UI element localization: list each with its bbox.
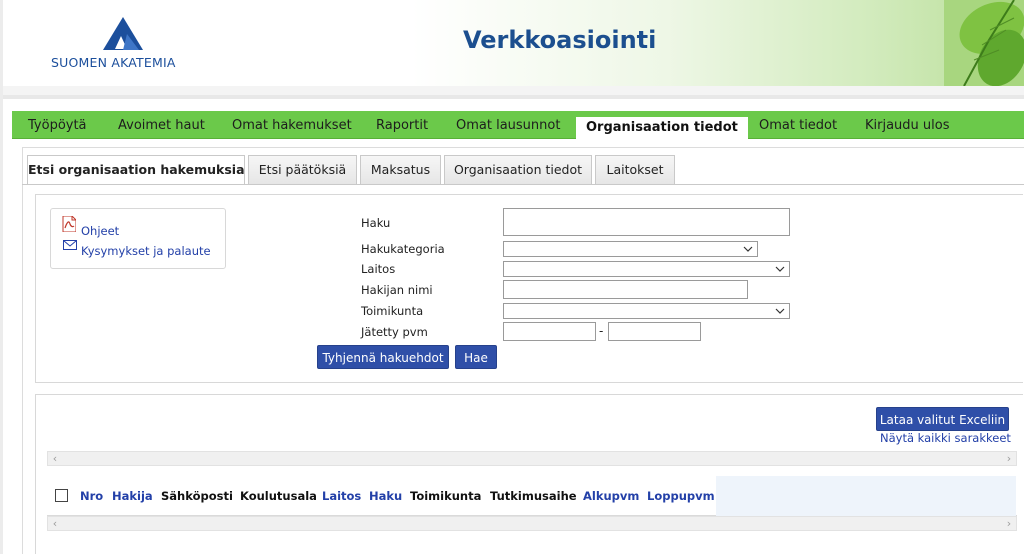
tab-maksatus[interactable]: Maksatus (360, 155, 441, 184)
scroll-right-arrow-icon[interactable]: › (1002, 517, 1016, 530)
suomen-akatemia-logo[interactable]: SUOMEN AKATEMIA (51, 16, 201, 72)
toimikunta-label: Toimikunta (361, 304, 424, 318)
pdf-icon (62, 216, 76, 232)
tab-organisaation-tiedot[interactable]: Organisaation tiedot (444, 155, 592, 184)
scroll-right-arrow-icon[interactable]: › (1002, 452, 1016, 465)
nav-item-omat-tiedot[interactable]: Omat tiedot (759, 111, 837, 139)
scroll-left-arrow-icon[interactable]: ‹ (48, 452, 62, 465)
page-header: SUOMEN AKATEMIA Verkkoasiointi (3, 0, 1024, 86)
clear-filters-button[interactable]: Tyhjennä hakuehdot (317, 345, 449, 369)
tab-underline (22, 184, 1024, 185)
laitos-label: Laitos (361, 262, 396, 276)
triangle-logo-icon (103, 17, 143, 50)
hakijan-nimi-label: Hakijan nimi (361, 283, 433, 297)
nav-item-avoimet-haut[interactable]: Avoimet haut (118, 111, 205, 139)
tab-etsi-paatoksia[interactable]: Etsi päätöksiä (248, 155, 357, 184)
nav-item-organisaation-tiedot[interactable]: Organisaation tiedot (576, 117, 748, 139)
haku-input[interactable] (503, 208, 790, 236)
nav-item-kirjaudu-ulos[interactable]: Kirjaudu ulos (865, 111, 950, 139)
column-hakija[interactable]: Hakija (112, 489, 153, 503)
nav-item-tyopoyta[interactable]: Työpöytä (28, 111, 87, 139)
nav-item-omat-hakemukset[interactable]: Omat hakemukset (232, 111, 352, 139)
logo-text: SUOMEN AKATEMIA (51, 55, 176, 70)
column-sahkoposti: Sähköposti (161, 489, 233, 503)
select-all-checkbox[interactable] (55, 489, 68, 502)
tab-laitokset[interactable]: Laitokset (595, 155, 675, 184)
chevron-down-icon (775, 308, 785, 314)
scroll-left-arrow-icon[interactable]: ‹ (48, 517, 62, 530)
hakukategoria-select[interactable] (503, 241, 758, 257)
nav-item-omat-lausunnot[interactable]: Omat lausunnot (456, 111, 560, 139)
tab-etsi-organisaation-hakemuksia[interactable]: Etsi organisaation hakemuksia (27, 155, 245, 185)
column-alkupvm[interactable]: Alkupvm (583, 489, 639, 503)
hakukategoria-label: Hakukategoria (361, 242, 445, 256)
column-tutkimusaihe: Tutkimusaihe (490, 489, 577, 503)
nav-item-raportit[interactable]: Raportit (376, 111, 428, 139)
chevron-down-icon (743, 246, 753, 252)
main-navigation: Työpöytä Avoimet haut Omat hakemukset Ra… (12, 111, 1024, 139)
column-koulutusala: Koulutusala (240, 489, 317, 503)
date-separator: - (599, 324, 604, 338)
excel-export-button[interactable]: Lataa valitut Exceliin (876, 407, 1009, 431)
column-nro[interactable]: Nro (80, 489, 103, 503)
column-toimikunta: Toimikunta (410, 489, 482, 503)
column-loppupvm[interactable]: Loppupvm (647, 489, 715, 503)
column-haku[interactable]: Haku (369, 489, 402, 503)
app-title: Verkkoasiointi (463, 26, 657, 54)
hakijan-nimi-input[interactable] (503, 280, 748, 299)
top-horizontal-scrollbar[interactable]: ‹ › (47, 451, 1017, 466)
chevron-down-icon (775, 266, 785, 272)
leaf-decoration-icon (944, 0, 1024, 86)
laitos-select[interactable] (503, 261, 790, 277)
jatetty-pvm-label: Jätetty pvm (361, 325, 428, 339)
table-header-filler (716, 476, 1016, 516)
show-all-columns-link[interactable]: Näytä kaikki sarakkeet (880, 431, 1011, 445)
date-from-input[interactable] (503, 322, 596, 341)
toimikunta-select[interactable] (503, 303, 790, 319)
mail-icon (63, 240, 77, 250)
header-separator (3, 86, 1024, 95)
haku-label: Haku (361, 216, 391, 230)
column-laitos[interactable]: Laitos (322, 489, 361, 503)
help-box (50, 208, 226, 269)
feedback-label: Kysymykset ja palaute (81, 244, 211, 258)
date-to-input[interactable] (608, 322, 701, 341)
instructions-label: Ohjeet (81, 224, 120, 238)
search-button[interactable]: Hae (455, 345, 497, 369)
bottom-horizontal-scrollbar[interactable]: ‹ › (47, 516, 1017, 531)
